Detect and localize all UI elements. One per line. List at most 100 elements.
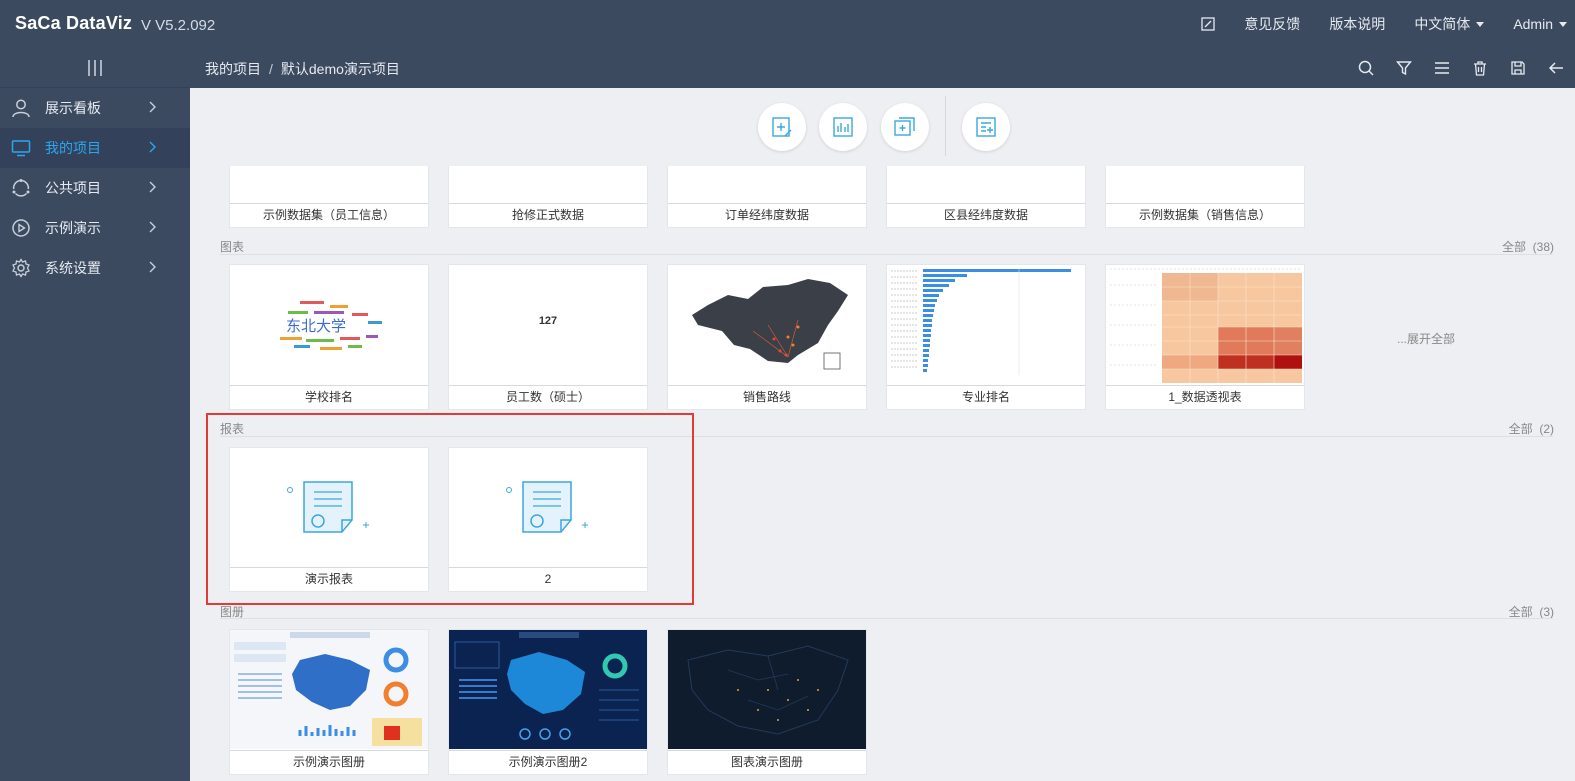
toolbar-divider [945, 96, 946, 156]
add-dataset-button[interactable] [758, 103, 806, 151]
sidebar-toggle[interactable] [0, 48, 190, 88]
chevron-down-icon [1476, 21, 1485, 27]
chart-card[interactable]: 1_数据透视表 [1105, 264, 1305, 410]
album-thumbnail [230, 630, 428, 749]
share-circle-icon [10, 177, 32, 199]
add-chart-icon [833, 117, 853, 137]
filter-icon[interactable] [1393, 57, 1415, 79]
sub-bar: 我的项目 / 默认demo演示项目 [190, 48, 1575, 88]
sidebar-item-label: 展示看板 [45, 100, 101, 116]
album-card[interactable]: 示例演示图册2 [448, 629, 648, 775]
sidebar-item-public-projects[interactable]: 公共项目 [0, 168, 190, 208]
chevron-down-icon [1559, 21, 1567, 27]
sidebar-item-label: 示例演示 [45, 220, 101, 236]
chevron-right-icon [149, 181, 156, 193]
play-circle-icon [10, 217, 32, 239]
card-label: 1_数据透视表 [1106, 385, 1304, 409]
user-menu[interactable]: Admin [1513, 16, 1567, 32]
save-icon[interactable] [1507, 57, 1529, 79]
sidebar-item-my-projects[interactable]: 我的项目 [0, 128, 190, 168]
album-thumbnail [668, 630, 866, 749]
pivot-table-thumbnail [1106, 265, 1304, 384]
wordcloud-thumbnail: 东北大学 [230, 265, 428, 384]
card-label: 示例演示图册2 [449, 750, 647, 774]
menu-bars-icon [88, 59, 102, 76]
dataset-card[interactable]: 示例数据集（销售信息） [1105, 158, 1305, 228]
language-dropdown[interactable]: 中文简体 [1414, 14, 1485, 34]
china-map-thumbnail [668, 265, 866, 384]
breadcrumb-root[interactable]: 我的项目 [205, 61, 261, 77]
reports-all-link[interactable]: 全部 (2) [1509, 420, 1554, 437]
sidebar-item-label: 我的项目 [45, 140, 101, 156]
add-dataset-icon [772, 117, 792, 137]
app-version: V V5.2.092 [141, 17, 216, 34]
dataset-card[interactable]: 订单经纬度数据 [667, 158, 867, 228]
reports-count: (2) [1539, 422, 1554, 436]
edit-icon[interactable] [1201, 17, 1215, 31]
monitor-icon [10, 137, 32, 159]
chart-card[interactable]: 销售路线 [667, 264, 867, 410]
user-name: Admin [1513, 16, 1553, 32]
dataset-card[interactable]: 抢修正式数据 [448, 158, 648, 228]
charts-count: (38) [1532, 240, 1554, 254]
list-icon[interactable] [1431, 57, 1453, 79]
breadcrumb-current: 默认demo演示项目 [280, 61, 400, 77]
sidebar-item-label: 公共项目 [45, 180, 101, 196]
feedback-link[interactable]: 意见反馈 [1244, 14, 1300, 34]
card-label: 示例演示图册 [230, 750, 428, 774]
search-icon[interactable] [1355, 57, 1377, 79]
add-album-icon [894, 117, 915, 136]
chart-card[interactable]: 东北大学 学校排名 [229, 264, 429, 410]
dataset-card[interactable]: 区县经纬度数据 [886, 158, 1086, 228]
toolbar [1339, 48, 1567, 88]
back-arrow-icon[interactable] [1545, 57, 1567, 79]
wordcloud-main-word: 东北大学 [286, 317, 346, 335]
sidebar-item-examples[interactable]: 示例演示 [0, 208, 190, 248]
add-report-button[interactable] [962, 103, 1010, 151]
language-label: 中文简体 [1414, 16, 1471, 32]
chevron-right-icon [149, 261, 156, 273]
card-label: 销售路线 [668, 385, 866, 409]
main-content: 示例数据集（员工信息） 抢修正式数据 订单经纬度数据 区县经纬度数据 示例数据集… [190, 88, 1575, 781]
chevron-right-icon [149, 141, 156, 153]
sidebar-item-dashboards[interactable]: 展示看板 [0, 88, 190, 128]
user-icon [10, 97, 32, 119]
dataset-card[interactable]: 示例数据集（员工信息） [229, 158, 429, 228]
card-label: 专业排名 [887, 385, 1085, 409]
album-card[interactable]: 图表演示图册 [667, 629, 867, 775]
chevron-right-icon [149, 101, 156, 113]
section-title-charts: 图表 [220, 240, 245, 254]
albums-count: (3) [1539, 605, 1554, 619]
album-thumbnail [449, 630, 647, 749]
highlight-box [206, 413, 694, 605]
expand-all-link[interactable]: ...展开全部 [1397, 330, 1455, 347]
card-label: 区县经纬度数据 [887, 203, 1085, 227]
album-card[interactable]: 示例演示图册 [229, 629, 429, 775]
bar-chart-thumbnail [887, 265, 1085, 384]
gear-icon [10, 257, 32, 279]
sidebar-item-label: 系统设置 [45, 260, 101, 276]
trash-icon[interactable] [1469, 57, 1491, 79]
card-label: 示例数据集（员工信息） [230, 203, 428, 227]
chart-card[interactable]: 127 员工数（硕士） [448, 264, 648, 410]
add-album-button[interactable] [881, 103, 929, 151]
card-label: 员工数（硕士） [449, 385, 647, 409]
chart-card[interactable]: 专业排名 [886, 264, 1086, 410]
breadcrumb: 我的项目 / 默认demo演示项目 [205, 59, 400, 79]
add-report-icon [976, 117, 996, 137]
section-divider [220, 618, 1553, 619]
all-label: 全部 [1508, 605, 1533, 619]
card-label: 订单经纬度数据 [668, 203, 866, 227]
add-chart-button[interactable] [819, 103, 867, 151]
all-label: 全部 [1501, 240, 1526, 254]
top-nav: 意见反馈 版本说明 中文简体 Admin [1172, 0, 1567, 48]
number-value: 127 [538, 315, 558, 327]
card-label: 图表演示图册 [668, 750, 866, 774]
card-label: 抢修正式数据 [449, 203, 647, 227]
sidebar-item-system-settings[interactable]: 系统设置 [0, 248, 190, 288]
number-thumbnail: 127 [449, 265, 647, 384]
charts-all-link[interactable]: 全部 (38) [1502, 238, 1554, 255]
release-notes-link[interactable]: 版本说明 [1329, 14, 1385, 34]
card-label: 学校排名 [230, 385, 428, 409]
app-logo[interactable]: SaCa DataViz [15, 13, 132, 34]
